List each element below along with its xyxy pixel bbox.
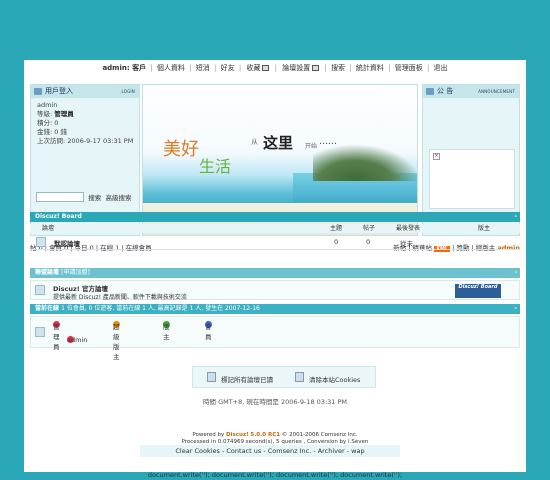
forum-lastpost: 從未	[400, 240, 413, 248]
nav-separator: |	[426, 64, 430, 72]
dropdown-icon	[262, 65, 270, 71]
announcement-icon	[426, 88, 434, 95]
nav-separator: |	[150, 64, 153, 72]
nav-separator: |	[274, 64, 277, 72]
user-credits: 積分: 0	[37, 119, 59, 127]
top-navigation: admin: 客戶 | 個人資料 | 短消 | 好友 | 收藏 | 論壇設置 |…	[24, 63, 526, 73]
partner-description: 提供最新 Discuz! 產品新聞、軟件下載與技術交流	[53, 294, 187, 301]
online-list: 管理員 超級版主 版主 會員 admin	[30, 316, 520, 361]
col-threads: 主題	[330, 225, 343, 232]
board-header: Discuz! Board -	[30, 212, 520, 222]
user-money: 金錢: 0 錢	[37, 128, 67, 136]
dropdown-icon	[312, 65, 320, 71]
online-header: 當前在線 1 位會員, 0 位遊客, 當前在線 1 人, 最高記錄是 1 人, …	[30, 304, 520, 314]
banner-text: 从	[251, 138, 258, 146]
script-output: document.write(''); document.write(''); …	[147, 471, 403, 479]
forum-row: 默認論壇 0 0 從未	[30, 234, 520, 250]
nav-separator: |	[189, 64, 192, 72]
banner-text: 这里	[263, 134, 294, 152]
footer-links[interactable]: Clear Cookies - Contact us - Comsenz Inc…	[140, 445, 400, 457]
nav-friends[interactable]: 好友	[221, 64, 235, 72]
board-columns: 論壇 主題 帖子 最後發表 版主	[30, 224, 520, 233]
user-panel-tag: LOGIN	[121, 89, 135, 94]
search-input[interactable]	[36, 192, 84, 202]
timezone-info: 時間 GMT+8, 現在時間是 2006-9-18 03:31 PM	[203, 398, 347, 406]
nav-admin[interactable]: 管理面板	[395, 64, 423, 72]
board-title[interactable]: Discuz! Board	[35, 213, 82, 220]
nav-search[interactable]: 搜索	[331, 64, 345, 72]
nav-favorites[interactable]: 收藏	[245, 64, 270, 72]
forum-posts: 0	[366, 238, 371, 246]
col-lastpost: 最後發表	[396, 225, 421, 232]
col-moderator: 版主	[478, 225, 491, 232]
col-posts: 帖子	[363, 225, 376, 232]
online-title: 當前在線	[35, 305, 60, 312]
partner-forum: Discuz! 官方論壇 提供最新 Discuz! 產品新聞、軟件下載與技術交流…	[30, 280, 520, 301]
nav-user[interactable]: admin: 客戶	[102, 64, 146, 72]
powered-by: Powered by Discuz! 5.0.0 RC1 © 2001-2006…	[24, 432, 526, 446]
nav-settings[interactable]: 論壇設置	[281, 64, 320, 72]
banner-text: 生活	[199, 157, 232, 176]
forum-page: admin: 客戶 | 個人資料 | 短消 | 好友 | 收藏 | 論壇設置 |…	[24, 60, 526, 472]
nav-separator: |	[213, 64, 217, 72]
nav-separator: |	[238, 64, 242, 72]
announcement-content: ×	[429, 149, 515, 209]
links-title: 聯盟論壇	[35, 269, 60, 276]
banner-text: ……	[319, 137, 337, 147]
user-panel-title: 用戶登入	[45, 87, 73, 95]
product-link[interactable]: Discuz!	[226, 432, 249, 438]
mark-read-link[interactable]: 標記所有論壇已讀	[221, 374, 273, 384]
discuz-logo[interactable]: Discuz! Board	[455, 284, 501, 298]
nav-logout[interactable]: 退出	[434, 64, 448, 72]
nav-messages[interactable]: 短消	[196, 64, 210, 72]
banner-trees	[313, 145, 417, 181]
collapse-toggle[interactable]: -	[515, 304, 518, 314]
nav-separator: |	[388, 64, 391, 72]
user-level: 等級: 管理員	[37, 110, 74, 118]
nav-separator: |	[349, 64, 352, 72]
announcement-tag: ANNOUNCEMENT	[478, 89, 515, 94]
nav-stats[interactable]: 統計資料	[356, 64, 384, 72]
banner-text: 美好	[163, 139, 199, 160]
forum-actions: 標記所有論壇已讀 清除本站Cookies	[192, 366, 376, 388]
clear-cookie-icon	[295, 372, 304, 382]
user-icon	[34, 88, 42, 95]
links-header: 聯盟論壇 [申請加盟] -	[30, 268, 520, 278]
banner-text: 开始	[305, 143, 318, 150]
online-icon	[35, 327, 45, 337]
advanced-search-link[interactable]: 高級搜索	[105, 194, 131, 202]
forum-name[interactable]: 默認論壇	[54, 238, 80, 248]
mark-read-icon	[207, 372, 216, 382]
nav-profile[interactable]: 個人資料	[157, 64, 185, 72]
forum-icon	[36, 237, 46, 247]
partner-icon	[35, 285, 45, 295]
forum-threads: 0	[334, 238, 339, 246]
last-visit: 上次訪問: 2006-9-17 03:31 PM	[37, 137, 134, 145]
user-info: admin 等級: 管理員 積分: 0 金錢: 0 錢 上次訪問: 2006-9…	[31, 98, 139, 146]
clear-cookie-link[interactable]: 清除本站Cookies	[309, 374, 360, 384]
announcement-header: 公 告 ANNOUNCEMENT	[423, 85, 519, 98]
online-count: 1 位會員, 0 位遊客, 當前在線 1 人, 最高記錄是 1 人, 發生在 2…	[61, 305, 260, 312]
search-button[interactable]: 搜索	[88, 194, 101, 202]
broken-image-icon: ×	[433, 153, 440, 160]
collapse-toggle[interactable]: -	[515, 212, 518, 222]
username[interactable]: admin	[37, 101, 135, 110]
apply-link[interactable]: [申請加盟]	[61, 269, 90, 276]
col-forum: 論壇	[42, 225, 55, 232]
user-panel-header: 用戶登入 LOGIN	[31, 85, 139, 98]
collapse-toggle[interactable]: -	[515, 268, 518, 278]
nav-separator: |	[324, 64, 327, 72]
announcement-title: 公 告	[437, 87, 454, 95]
quick-search: 搜索 高級搜索	[36, 192, 131, 202]
